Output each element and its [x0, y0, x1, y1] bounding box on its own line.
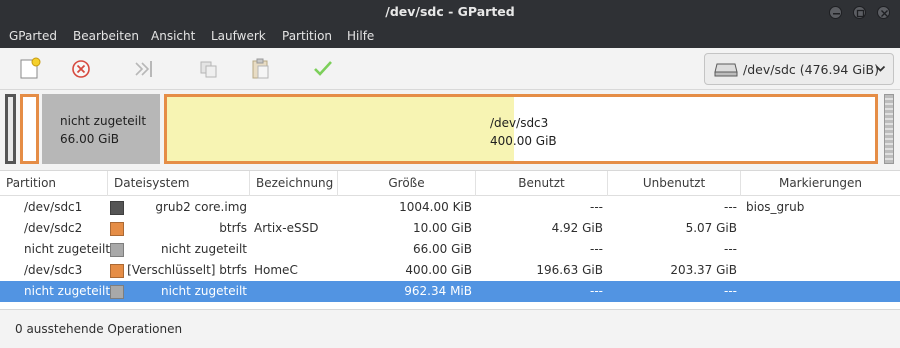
- col-flags[interactable]: Markierungen: [741, 171, 900, 196]
- cell-unused: 203.37 GiB: [670, 263, 737, 277]
- graph-segment-unallocated[interactable]: nicht zugeteilt 66.00 GiB: [42, 94, 160, 164]
- cell-partition: /dev/sdc1: [24, 200, 83, 214]
- device-name: /dev/sdc: [743, 62, 796, 77]
- device-selector[interactable]: /dev/sdc (476.94 GiB): [704, 53, 894, 85]
- graph-sdc3-size: 400.00 GiB: [490, 134, 557, 148]
- close-icon: [881, 10, 888, 17]
- cell-used: 4.92 GiB: [551, 221, 603, 235]
- col-filesystem[interactable]: Dateisystem: [108, 171, 250, 196]
- cell-label: [254, 197, 338, 218]
- col-label[interactable]: Bezeichnung: [250, 171, 338, 196]
- table-header: Partition Dateisystem Bezeichnung Größe …: [0, 171, 900, 196]
- disk-icon: [714, 63, 738, 77]
- col-partition[interactable]: Partition: [0, 171, 108, 196]
- cell-unused: ---: [724, 284, 737, 298]
- partition-table: Partition Dateisystem Bezeichnung Größe …: [0, 170, 900, 309]
- new-button[interactable]: [17, 56, 43, 82]
- partition-graph: nicht zugeteilt 66.00 GiB /dev/sdc3 400.…: [0, 90, 900, 170]
- cell-size: 10.00 GiB: [412, 221, 472, 235]
- table-row[interactable]: /dev/sdc2 btrfs Artix-eSSD 10.00 GiB 4.92 Gi…: [0, 218, 900, 239]
- cell-filesystem: btrfs: [219, 221, 247, 235]
- maximize-button[interactable]: [853, 6, 866, 19]
- cell-flags: [746, 218, 896, 239]
- maximize-icon: [856, 9, 865, 18]
- resize-icon: [135, 61, 152, 77]
- cell-size: 1004.00 KiB: [399, 200, 472, 214]
- cell-filesystem: nicht zugeteilt: [160, 284, 247, 298]
- graph-sdc3-label: /dev/sdc3: [490, 116, 549, 130]
- col-used[interactable]: Benutzt: [476, 171, 608, 196]
- window-title: /dev/sdc - GParted: [385, 4, 515, 19]
- menu-partition[interactable]: Partition: [282, 29, 332, 43]
- cell-filesystem: nicht zugeteilt: [160, 242, 247, 256]
- cell-label: HomeC: [254, 263, 298, 277]
- table-row[interactable]: /dev/sdc1 grub2 core.img 1004.00 KiB --- ---…: [0, 197, 900, 218]
- apply-button[interactable]: [310, 56, 336, 82]
- cell-unused: 5.07 GiB: [685, 221, 737, 235]
- cell-used: ---: [590, 284, 603, 298]
- menu-gparted[interactable]: GParted: [9, 29, 57, 43]
- paste-icon: [252, 58, 269, 79]
- cell-label: Artix-eSSD: [254, 221, 319, 235]
- table-row[interactable]: nicht zugeteilt nicht zugeteilt 66.00 GiB -…: [0, 239, 900, 260]
- cell-label: [254, 281, 338, 302]
- cell-filesystem: grub2 core.img: [155, 200, 247, 214]
- cell-used: 196.63 GiB: [536, 263, 603, 277]
- cell-used: ---: [590, 200, 603, 214]
- cell-filesystem: [Verschlüsselt] btrfs: [127, 263, 247, 277]
- cell-flags: [746, 281, 896, 302]
- close-button[interactable]: [877, 6, 890, 19]
- graph-segment-sdc3[interactable]: /dev/sdc3 400.00 GiB: [164, 94, 878, 164]
- menu-bar: GParted Bearbeiten Ansicht Laufwerk Part…: [0, 26, 900, 48]
- graph-sdc3-used-fill: [167, 97, 514, 161]
- chevron-down-icon: [875, 65, 886, 72]
- cell-partition: /dev/sdc2: [24, 221, 83, 235]
- minimize-icon: [833, 13, 840, 15]
- menu-hilfe[interactable]: Hilfe: [347, 29, 374, 43]
- menu-ansicht[interactable]: Ansicht: [151, 29, 195, 43]
- new-icon: [20, 57, 41, 79]
- cell-partition: nicht zugeteilt: [24, 284, 111, 298]
- graph-segment-sdc2[interactable]: [20, 94, 39, 164]
- cell-size: 400.00 GiB: [405, 263, 472, 277]
- device-size: (476.94 GiB): [799, 62, 879, 77]
- status-bar: 0 ausstehende Operationen: [0, 309, 900, 348]
- graph-segment-sdc1[interactable]: [5, 94, 16, 164]
- delete-button[interactable]: [68, 56, 94, 82]
- cell-used: ---: [590, 242, 603, 256]
- status-text: 0 ausstehende Operationen: [15, 322, 183, 336]
- cell-size: 962.34 MiB: [404, 284, 472, 298]
- apply-icon: [314, 61, 332, 76]
- copy-icon: [200, 61, 217, 78]
- cell-size: 66.00 GiB: [412, 242, 472, 256]
- graph-segment-unallocated-end[interactable]: [884, 94, 894, 164]
- menu-laufwerk[interactable]: Laufwerk: [211, 29, 266, 43]
- graph-unallocated-label: nicht zugeteilt: [60, 114, 147, 128]
- cell-unused: ---: [724, 200, 737, 214]
- cell-flags: bios_grub: [746, 200, 805, 214]
- resize-button[interactable]: [132, 56, 158, 82]
- table-row[interactable]: /dev/sdc3 [Verschlüsselt] btrfs HomeC 400.0…: [0, 260, 900, 281]
- cell-flags: [746, 239, 896, 260]
- col-unused[interactable]: Unbenutzt: [608, 171, 741, 196]
- col-size[interactable]: Größe: [338, 171, 476, 196]
- paste-button[interactable]: [248, 56, 274, 82]
- cell-unused: ---: [724, 242, 737, 256]
- cell-flags: [746, 260, 896, 281]
- cell-partition: nicht zugeteilt: [24, 242, 111, 256]
- menu-bearbeiten[interactable]: Bearbeiten: [73, 29, 139, 43]
- title-bar: /dev/sdc - GParted: [0, 0, 900, 26]
- cell-partition: /dev/sdc3: [24, 263, 83, 277]
- minimize-button[interactable]: [829, 6, 842, 19]
- delete-icon: [72, 60, 90, 78]
- cell-label: [254, 239, 338, 260]
- table-row[interactable]: nicht zugeteilt nicht zugeteilt 962.34 MiB…: [0, 281, 900, 302]
- graph-unallocated-size: 66.00 GiB: [60, 132, 120, 146]
- copy-button[interactable]: [196, 56, 222, 82]
